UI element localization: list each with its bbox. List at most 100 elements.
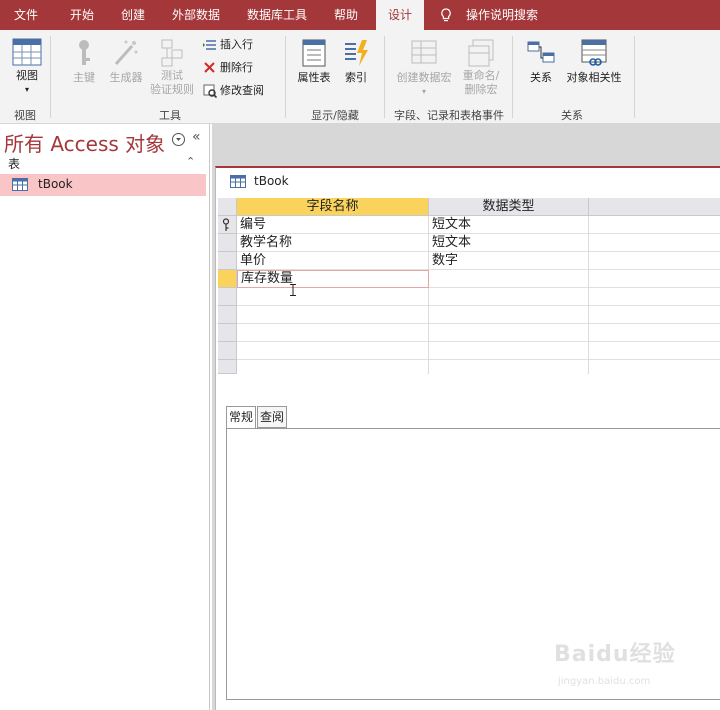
description-cell[interactable] <box>589 306 720 324</box>
tab-database-tools[interactable]: 数据库工具 <box>247 0 307 30</box>
row-selector[interactable] <box>218 234 237 252</box>
field-name-cell[interactable] <box>237 288 429 306</box>
rename-delete-macro-button[interactable]: 重命名/ 删除宏 <box>458 38 504 97</box>
group-divider <box>512 36 513 118</box>
table-row[interactable]: 教学名称 短文本 <box>218 234 720 252</box>
description-cell[interactable] <box>589 252 720 270</box>
nav-section-tables[interactable]: 表 ⌃ <box>0 154 206 172</box>
data-type-cell[interactable]: 短文本 <box>429 216 589 234</box>
description-cell[interactable] <box>589 324 720 342</box>
object-dependencies-icon <box>581 39 607 66</box>
insert-rows-button[interactable]: 插入行 <box>203 36 253 54</box>
rename-macro-icon <box>468 39 494 67</box>
field-name-cell-editing[interactable]: 库存数量 <box>237 270 429 288</box>
view-button[interactable]: 视图 ▾ <box>8 38 46 97</box>
nav-item-tbook[interactable]: tBook <box>0 174 206 196</box>
row-selector[interactable] <box>218 270 237 288</box>
group-label-relationships: 关系 <box>561 109 583 122</box>
chevron-down-icon <box>176 138 181 141</box>
lightbulb-icon[interactable] <box>440 8 452 22</box>
data-type-cell[interactable] <box>429 360 589 374</box>
magic-wand-icon <box>114 40 138 65</box>
data-type-cell[interactable]: 短文本 <box>429 234 589 252</box>
tab-external-data[interactable]: 外部数据 <box>172 0 220 30</box>
column-header-data-type[interactable]: 数据类型 <box>429 198 589 216</box>
field-name-cell[interactable] <box>237 324 429 342</box>
nav-menu-dropdown-icon[interactable] <box>172 133 185 146</box>
tab-general[interactable]: 常规 <box>226 406 257 429</box>
field-name-cell[interactable] <box>237 360 429 374</box>
builder-button[interactable]: 生成器 <box>104 38 148 85</box>
description-cell[interactable] <box>589 216 720 234</box>
primary-key-icon <box>222 218 230 231</box>
description-cell[interactable] <box>589 342 720 360</box>
shutter-bar-collapse-icon[interactable]: « <box>192 129 201 145</box>
object-dependencies-button[interactable]: 对象相关性 <box>562 38 626 85</box>
data-type-cell[interactable] <box>429 306 589 324</box>
group-label-events: 字段、记录和表格事件 <box>394 109 504 122</box>
chevron-down-icon: ▾ <box>24 85 29 94</box>
primary-key-button[interactable]: 主键 <box>66 38 102 85</box>
group-label-tools: 工具 <box>159 109 181 122</box>
description-cell[interactable] <box>589 288 720 306</box>
test-validation-rules-button[interactable]: 测试 验证规则 <box>146 38 198 97</box>
description-cell[interactable] <box>589 360 720 374</box>
watermark: Baidu经验 jingyan.baidu.com <box>554 636 714 696</box>
tab-lookup[interactable]: 查阅 <box>257 406 288 428</box>
tab-home[interactable]: 开始 <box>70 0 94 30</box>
field-name-cell[interactable] <box>237 306 429 324</box>
key-icon <box>79 40 90 65</box>
property-sheet-button[interactable]: 属性表 <box>293 38 335 85</box>
row-selector[interactable] <box>218 306 237 324</box>
data-type-cell[interactable] <box>429 270 589 288</box>
tab-create[interactable]: 创建 <box>121 0 145 30</box>
table-row[interactable] <box>218 360 720 374</box>
table-row[interactable]: 单价 数字 <box>218 252 720 270</box>
column-header-field-name[interactable]: 字段名称 <box>237 198 429 216</box>
indexes-button[interactable]: 索引 <box>340 38 372 85</box>
row-selector[interactable] <box>218 216 237 234</box>
field-name-cell[interactable]: 教学名称 <box>237 234 429 252</box>
select-all-corner[interactable] <box>218 198 237 216</box>
table-icon <box>230 175 246 188</box>
create-data-macros-button[interactable]: 创建数据宏 ▾ <box>393 38 455 99</box>
document-tab-title[interactable]: tBook <box>254 174 289 188</box>
table-row[interactable]: 编号 短文本 <box>218 216 720 234</box>
group-divider <box>285 36 286 118</box>
row-selector[interactable] <box>218 324 237 342</box>
double-chevron-up-icon[interactable]: ⌃ <box>186 155 195 168</box>
row-selector[interactable] <box>218 342 237 360</box>
tab-design[interactable]: 设计 <box>376 0 424 30</box>
data-type-cell[interactable] <box>429 342 589 360</box>
tell-me-search[interactable]: 操作说明搜索 <box>466 0 538 30</box>
table-row[interactable] <box>218 306 720 324</box>
watermark-brand: Baidu经验 <box>554 642 676 667</box>
field-name-cell[interactable] <box>237 342 429 360</box>
table-row[interactable] <box>218 342 720 360</box>
row-selector[interactable] <box>218 360 237 374</box>
table-design-window: tBook 字段名称 数据类型 编号 短文本 教学名称 短文本 单价 数字 库存… <box>215 166 720 710</box>
delete-rows-button[interactable]: 删除行 <box>203 59 253 77</box>
row-selector[interactable] <box>218 288 237 306</box>
data-type-cell[interactable]: 数字 <box>429 252 589 270</box>
table-row[interactable] <box>218 324 720 342</box>
delete-rows-icon <box>204 62 215 73</box>
data-type-cell[interactable] <box>429 288 589 306</box>
nav-pane-title[interactable]: 所有 Access 对象 <box>4 128 165 157</box>
row-selector[interactable] <box>218 252 237 270</box>
tab-help[interactable]: 帮助 <box>334 0 358 30</box>
property-sheet-icon <box>302 39 326 67</box>
indexes-icon <box>345 40 368 66</box>
data-type-cell[interactable] <box>429 324 589 342</box>
modify-lookups-button[interactable]: 修改查阅 <box>203 82 264 100</box>
description-cell[interactable] <box>589 270 720 288</box>
watermark-url: jingyan.baidu.com <box>558 676 651 687</box>
column-header-description[interactable] <box>589 198 720 216</box>
description-cell[interactable] <box>589 234 720 252</box>
field-name-cell[interactable]: 单价 <box>237 252 429 270</box>
field-name-cell[interactable]: 编号 <box>237 216 429 234</box>
document-workspace: tBook 字段名称 数据类型 编号 短文本 教学名称 短文本 单价 数字 库存… <box>212 124 720 710</box>
ribbon-tab-bar: 文件 开始 创建 外部数据 数据库工具 帮助 设计 操作说明搜索 <box>0 0 720 30</box>
tab-file[interactable]: 文件 <box>14 0 38 30</box>
relationships-button[interactable]: 关系 <box>524 38 558 85</box>
